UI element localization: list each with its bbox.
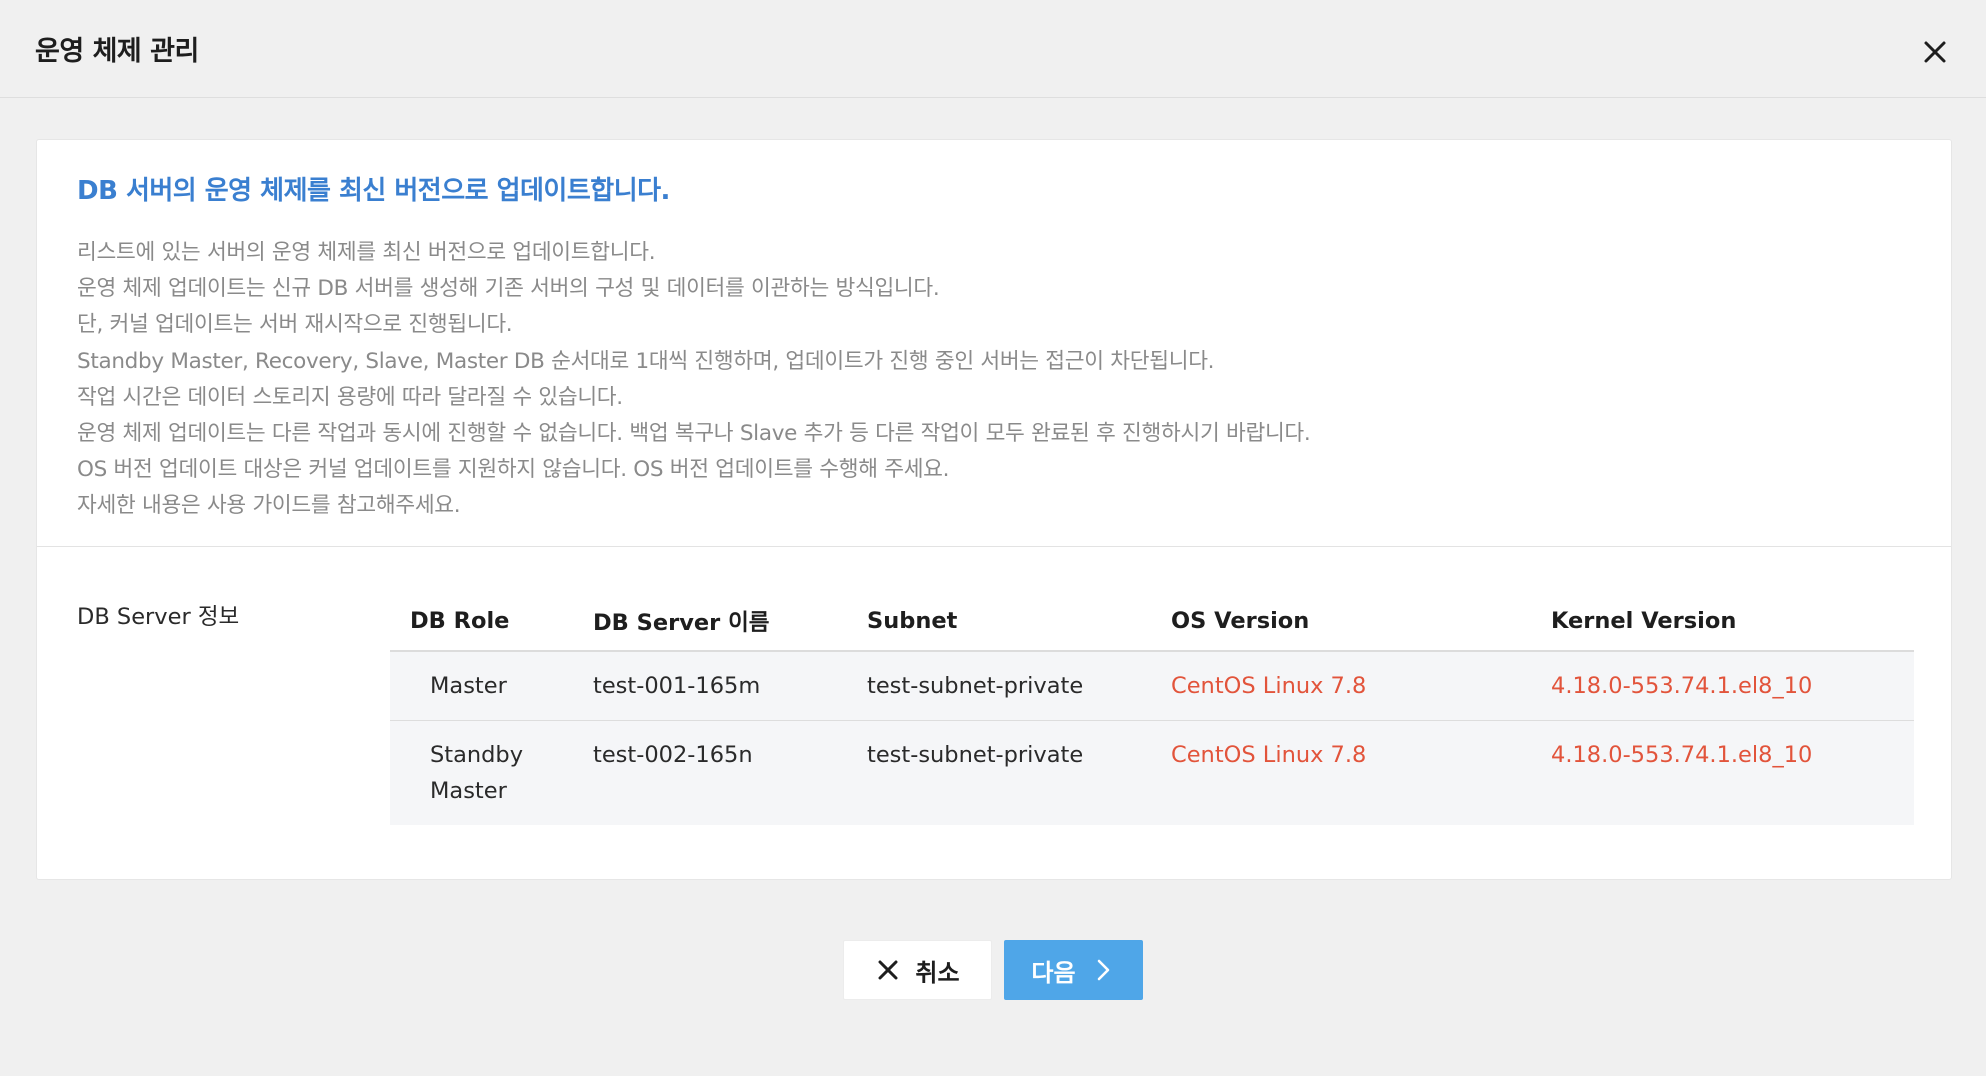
cell-kernel-version: 4.18.0-553.74.1.el8_10 bbox=[1531, 651, 1914, 721]
close-icon bbox=[875, 957, 901, 983]
notice-line: 자세한 내용은 사용 가이드를 참고해주세요. bbox=[77, 493, 461, 519]
column-header-os-version: OS Version bbox=[1151, 591, 1531, 652]
column-header-kernel-version: Kernel Version bbox=[1531, 591, 1914, 652]
column-header-subnet: Subnet bbox=[847, 591, 1151, 652]
cancel-button[interactable]: 취소 bbox=[843, 940, 992, 1000]
cancel-button-label: 취소 bbox=[915, 958, 960, 987]
os-management-dialog: 운영 체제 관리 DB 서버의 운영 체제를 최신 버전으로 업데이트합니다. … bbox=[0, 0, 1986, 1076]
table-header-row: DB Role DB Server 이름 Subnet OS Version K… bbox=[390, 591, 1914, 652]
cell-server-name: test-001-165m bbox=[573, 651, 847, 721]
cell-os-version: CentOS Linux 7.8 bbox=[1151, 720, 1531, 825]
table-row: Standby Master test-002-165n test-subnet… bbox=[390, 720, 1914, 825]
notice-line: 리스트에 있는 서버의 운영 체제를 최신 버전으로 업데이트합니다. bbox=[77, 240, 656, 265]
table-row: Master test-001-165m test-subnet-private… bbox=[390, 651, 1914, 721]
notice-line: 단, 커널 업데이트는 서버 재시작으로 진행됩니다. bbox=[77, 312, 513, 338]
close-button[interactable] bbox=[1918, 35, 1952, 69]
server-info-label: DB Server 정보 bbox=[77, 604, 240, 630]
notice-line: 운영 체제 업데이트는 다른 작업과 동시에 진행할 수 없습니다. 백업 복구… bbox=[77, 421, 1311, 447]
cell-subnet: test-subnet-private bbox=[847, 651, 1151, 721]
next-button[interactable]: 다음 bbox=[1004, 940, 1143, 1000]
column-header-db-role: DB Role bbox=[390, 591, 573, 652]
cell-os-version: CentOS Linux 7.8 bbox=[1151, 651, 1531, 721]
cell-db-role: Standby Master bbox=[390, 720, 573, 825]
cell-subnet: test-subnet-private bbox=[847, 720, 1151, 825]
dialog-header: 운영 체제 관리 bbox=[0, 0, 1986, 98]
notice-line: 운영 체제 업데이트는 신규 DB 서버를 생성해 기존 서버의 구성 및 데이… bbox=[77, 276, 940, 302]
close-icon bbox=[1924, 41, 1946, 62]
chevron-right-icon bbox=[1090, 957, 1116, 983]
notice-line: Standby Master, Recovery, Slave, Master … bbox=[77, 348, 1215, 374]
notice-lines: 리스트에 있는 서버의 운영 체제를 최신 버전으로 업데이트합니다. 운영 체… bbox=[77, 235, 1911, 525]
cell-kernel-version: 4.18.0-553.74.1.el8_10 bbox=[1531, 720, 1914, 825]
server-info-section: DB Server 정보 DB Role DB Server 이름 Subnet… bbox=[37, 547, 1951, 880]
next-button-label: 다음 bbox=[1031, 958, 1076, 987]
cell-db-role: Master bbox=[390, 651, 573, 721]
cell-server-name: test-002-165n bbox=[573, 720, 847, 825]
notice-line: 작업 시간은 데이터 스토리지 용량에 따라 달라질 수 있습니다. bbox=[77, 384, 623, 410]
notice-headline: DB 서버의 운영 체제를 최신 버전으로 업데이트합니다. bbox=[77, 176, 670, 206]
notice-line: OS 버전 업데이트 대상은 커널 업데이트를 지원하지 않습니다. OS 버전… bbox=[77, 457, 950, 483]
dialog-title: 운영 체제 관리 bbox=[35, 36, 199, 67]
notice-section: DB 서버의 운영 체제를 최신 버전으로 업데이트합니다. 리스트에 있는 서… bbox=[37, 140, 1951, 547]
server-table: DB Role DB Server 이름 Subnet OS Version K… bbox=[390, 591, 1914, 825]
content-card: DB 서버의 운영 체제를 최신 버전으로 업데이트합니다. 리스트에 있는 서… bbox=[36, 139, 1952, 880]
dialog-footer: 취소 다음 bbox=[0, 940, 1986, 1000]
column-header-server-name: DB Server 이름 bbox=[573, 591, 847, 652]
